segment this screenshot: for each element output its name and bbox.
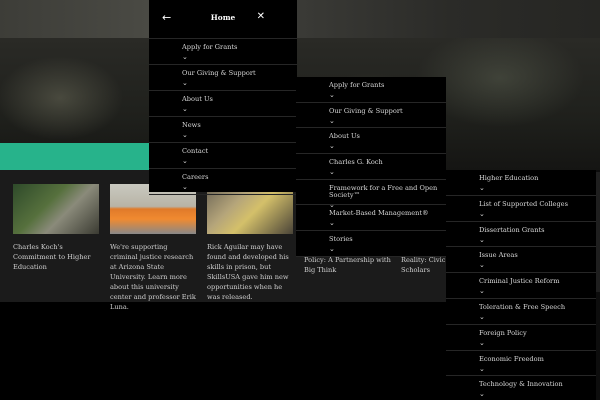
scrollbar-thumb[interactable] xyxy=(596,172,600,292)
nav-item-label: News xyxy=(182,121,201,129)
submenu-item-higher-education[interactable]: Higher Education ⌄ xyxy=(446,170,600,196)
nav-item-label: Apply for Grants xyxy=(182,43,238,51)
submenu-item-stories[interactable]: Stories ⌄ xyxy=(296,231,446,257)
nav-title: Home xyxy=(210,13,236,22)
nav-item-news[interactable]: News ⌄ xyxy=(149,117,297,143)
nav-item-label: Contact xyxy=(182,147,209,155)
hero-top-strip xyxy=(0,0,600,38)
story-caption[interactable]: Rick Aguilar may have found and develope… xyxy=(207,242,293,302)
accent-band xyxy=(0,143,150,171)
chevron-down-icon[interactable]: ⌄ xyxy=(329,142,446,150)
nav-item-label: Criminal Justice Reform xyxy=(479,277,560,286)
nav-item-label: Dissertation Grants xyxy=(479,225,545,234)
story-caption-partial[interactable]: Policy: A Partnership with Big Think xyxy=(304,255,391,275)
submenu-item-about-us[interactable]: About Us ⌄ xyxy=(296,128,446,155)
nav-item-our-giving[interactable]: Our Giving & Support ⌄ xyxy=(149,65,297,91)
submenu-item-toleration-free-speech[interactable]: Toleration & Free Speech ⌄ xyxy=(446,299,600,325)
chevron-down-icon[interactable]: ⌄ xyxy=(479,184,600,192)
story-caption[interactable]: Charles Koch's Commitment to Higher Educ… xyxy=(13,242,99,272)
nav-item-careers[interactable]: Careers ⌄ xyxy=(149,169,297,195)
story-caption-partial[interactable]: Reality: Civic Scholars xyxy=(401,255,445,275)
page: Charles Koch's Commitment to Higher Educ… xyxy=(0,0,600,400)
submenu-item-criminal-justice-reform[interactable]: Criminal Justice Reform ⌄ xyxy=(446,273,600,299)
nav-item-label: Framework for a Free and Open Society™ xyxy=(329,183,438,199)
submenu-item-foreign-policy[interactable]: Foreign Policy ⌄ xyxy=(446,325,600,351)
nav-item-label: Market-Based Management® xyxy=(329,209,429,218)
nav-item-label: About Us xyxy=(182,95,213,103)
chevron-down-icon[interactable]: ⌄ xyxy=(479,390,600,398)
chevron-down-icon[interactable]: ⌄ xyxy=(479,313,600,321)
chevron-down-icon[interactable]: ⌄ xyxy=(329,219,446,227)
issues-submenu-panel: Higher Education ⌄ List of Supported Coll… xyxy=(446,170,600,400)
chevron-down-icon[interactable]: ⌄ xyxy=(479,287,600,295)
chevron-down-icon[interactable]: ⌄ xyxy=(479,365,600,373)
main-nav-panel: ← Home ✕ Apply for Grants ⌄ Our Giving & … xyxy=(149,0,297,195)
nav-item-label: Our Giving & Support xyxy=(182,69,256,77)
scrollbar[interactable] xyxy=(596,170,600,400)
about-submenu-panel: Apply for Grants ⌄ Our Giving & Support ⌄ … xyxy=(296,77,446,257)
chevron-down-icon[interactable]: ⌄ xyxy=(479,210,600,218)
nav-item-label: About Us xyxy=(329,132,360,141)
chevron-down-icon[interactable]: ⌄ xyxy=(182,105,297,113)
story-image-elderly-man[interactable] xyxy=(13,184,99,234)
submenu-item-our-giving[interactable]: Our Giving & Support ⌄ xyxy=(296,103,446,129)
nav-item-label: Careers xyxy=(182,173,209,181)
nav-item-label: Issue Areas xyxy=(479,251,518,260)
nav-item-label: Economic Freedom xyxy=(479,354,544,363)
chevron-down-icon[interactable]: ⌄ xyxy=(479,261,600,269)
nav-item-label: Charles G. Koch xyxy=(329,158,383,167)
partial-caption-line: Scholars xyxy=(401,266,431,274)
nav-item-about-us[interactable]: About Us ⌄ xyxy=(149,91,297,117)
submenu-item-apply-for-grants[interactable]: Apply for Grants ⌄ xyxy=(296,77,446,103)
story-card-skillsusa[interactable]: Rick Aguilar may have found and develope… xyxy=(207,184,293,302)
nav-item-label: List of Supported Colleges xyxy=(479,199,568,208)
submenu-item-economic-freedom[interactable]: Economic Freedom ⌄ xyxy=(446,351,600,377)
chevron-down-icon[interactable]: ⌄ xyxy=(479,339,600,347)
nav-item-apply-for-grants[interactable]: Apply for Grants ⌄ xyxy=(149,39,297,65)
nav-item-label: Higher Education xyxy=(479,174,539,182)
submenu-item-issue-areas[interactable]: Issue Areas ⌄ xyxy=(446,247,600,274)
nav-item-label: Toleration & Free Speech xyxy=(479,302,566,311)
chevron-down-icon[interactable]: ⌄ xyxy=(182,131,297,139)
chevron-down-icon[interactable]: ⌄ xyxy=(329,91,446,99)
story-card-criminal-justice[interactable]: We're supporting criminal justice resear… xyxy=(110,184,196,312)
nav-item-contact[interactable]: Contact ⌄ xyxy=(149,143,297,169)
chevron-down-icon[interactable]: ⌄ xyxy=(329,245,446,253)
partial-caption-line: Big Think xyxy=(304,266,337,274)
nav-item-label: Technology & Innovation xyxy=(479,380,563,389)
submenu-item-dissertation-grants[interactable]: Dissertation Grants ⌄ xyxy=(446,222,600,248)
chevron-down-icon[interactable]: ⌄ xyxy=(182,157,297,165)
nav-item-label: Foreign Policy xyxy=(479,328,527,337)
nav-item-label: Stories xyxy=(329,235,353,244)
chevron-down-icon[interactable]: ⌄ xyxy=(182,53,297,61)
chevron-down-icon[interactable]: ⌄ xyxy=(479,236,600,244)
close-icon[interactable]: ✕ xyxy=(257,11,265,22)
chevron-down-icon[interactable]: ⌄ xyxy=(329,168,446,176)
nav-item-label: Our Giving & Support xyxy=(329,106,403,115)
submenu-item-framework[interactable]: Framework for a Free and Open Society™ ⌄ xyxy=(296,180,446,209)
nav-header: ← Home ✕ xyxy=(149,0,297,39)
submenu-item-market-based-management[interactable]: Market-Based Management® ⌄ xyxy=(296,205,446,232)
story-caption[interactable]: We're supporting criminal justice resear… xyxy=(110,242,196,312)
chevron-down-icon[interactable]: ⌄ xyxy=(182,183,297,191)
submenu-item-technology-innovation[interactable]: Technology & Innovation ⌄ xyxy=(446,376,600,400)
submenu-item-charles-koch[interactable]: Charles G. Koch ⌄ xyxy=(296,154,446,180)
chevron-down-icon[interactable]: ⌄ xyxy=(329,117,446,125)
nav-item-label: Apply for Grants xyxy=(329,81,385,89)
chevron-down-icon[interactable]: ⌄ xyxy=(182,79,297,87)
story-card-higher-education[interactable]: Charles Koch's Commitment to Higher Educ… xyxy=(13,184,99,272)
submenu-item-supported-colleges[interactable]: List of Supported Colleges ⌄ xyxy=(446,196,600,222)
